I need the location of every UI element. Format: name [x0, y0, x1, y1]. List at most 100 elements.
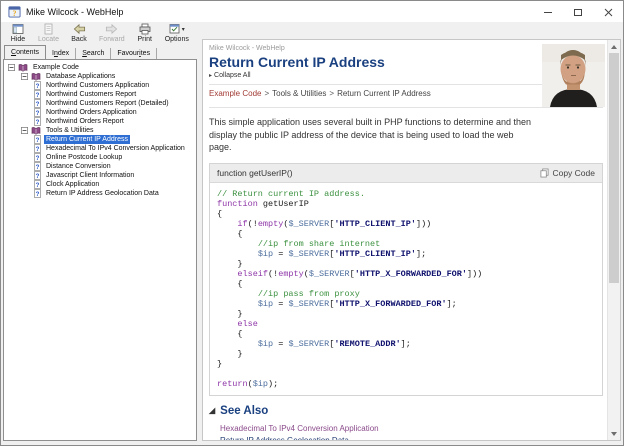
tree-item-label: Clock Application [46, 181, 100, 188]
print-button[interactable]: Print [130, 23, 160, 43]
copy-code-label: Copy Code [552, 167, 595, 178]
tree-item-label: Hexadecimal To IPv4 Conversion Applicati… [46, 145, 185, 152]
tree-item-label: Return IP Address Geolocation Data [46, 190, 159, 197]
breadcrumb-item: Return Current IP Address [337, 89, 431, 98]
close-icon [604, 8, 612, 16]
see-also-links: Hexadecimal To IPv4 Conversion Applicati… [220, 423, 603, 440]
copy-code-button[interactable]: Copy Code [540, 168, 595, 178]
see-also-heading[interactable]: See Also [209, 405, 603, 417]
svg-text:?: ? [36, 83, 40, 90]
tab-index[interactable]: Index [46, 48, 77, 59]
tree-item[interactable]: ? Return Current IP Address [4, 135, 196, 144]
tree-item[interactable]: Tools & Utilities [4, 126, 196, 135]
minimize-button[interactable] [533, 1, 563, 23]
scroll-down-button[interactable] [608, 427, 620, 440]
forward-arrow-icon [105, 23, 118, 35]
close-button[interactable] [593, 1, 623, 23]
forward-button[interactable]: Forward [94, 23, 130, 43]
hide-button-label: Hide [10, 36, 26, 43]
tree-item-label: Return Current IP Address [44, 135, 130, 144]
code-block: function getUserIP() Copy Code // Return… [209, 162, 603, 396]
tree-item[interactable]: ? Clock Application [4, 180, 196, 189]
help-page-icon: ? [34, 108, 41, 117]
back-arrow-icon [73, 23, 86, 35]
code-line: { [217, 228, 243, 239]
svg-text:?: ? [36, 110, 40, 117]
maximize-button[interactable] [563, 1, 593, 23]
locate-button[interactable]: Locate [33, 23, 64, 43]
code-line: $ip = $_SERVER['HTTP_CLIENT_IP']; [257, 248, 427, 259]
svg-text:?: ? [36, 164, 40, 171]
help-page-icon: ? [34, 81, 41, 90]
hide-pane-icon [12, 23, 24, 35]
scrollbar-thumb[interactable] [609, 53, 619, 283]
tree-item[interactable]: Example Code [4, 63, 196, 72]
window-controls [533, 1, 623, 23]
help-page-icon: ? [34, 153, 41, 162]
see-also-link[interactable]: Return IP Address Geolocation Data [220, 435, 603, 440]
see-also-section: See Also Hexadecimal To IPv4 Conversion … [209, 405, 603, 440]
tree-item[interactable]: ? Northwind Orders Report [4, 117, 196, 126]
book-icon [31, 126, 41, 135]
tree-item-label: Northwind Customers Report (Detailed) [46, 100, 169, 107]
tree-collapse-icon[interactable] [21, 73, 28, 80]
breadcrumb-item[interactable]: Example Code [209, 89, 261, 98]
window-title: Mike Wilcock - WebHelp [26, 6, 124, 17]
tree-item[interactable]: ? Distance Conversion [4, 162, 196, 171]
forward-button-label: Forward [99, 36, 125, 43]
code-line: $ip = $_SERVER['HTTP_X_FORWARDED_FOR']; [257, 298, 457, 309]
tree-collapse-icon[interactable] [21, 127, 28, 134]
tree-item[interactable]: ? Return IP Address Geolocation Data [4, 189, 196, 198]
code-line: //ip pass from proxy [257, 288, 360, 299]
code-line: { [217, 278, 243, 289]
tree-item-label: Northwind Customers Application [46, 82, 150, 89]
tab-favourites[interactable]: Favourites [111, 48, 158, 59]
code-line: function getUserIP [217, 198, 309, 209]
hide-button[interactable]: Hide [3, 23, 33, 43]
breadcrumb-separator: > [329, 89, 335, 98]
tab-search[interactable]: Search [76, 48, 112, 59]
code-line: { [217, 208, 223, 219]
tree-collapse-icon[interactable] [8, 64, 15, 71]
tree-item-label: Database Applications [46, 73, 116, 80]
breadcrumb-item[interactable]: Tools & Utilities [272, 89, 326, 98]
svg-text:?: ? [36, 146, 40, 153]
code-block-header: function getUserIP() Copy Code [210, 163, 602, 183]
back-button[interactable]: Back [64, 23, 94, 43]
code-line: // Return current IP address. [217, 188, 365, 199]
webhelp-window: ? Mike Wilcock - WebHelp Hide Locate Bac… [0, 0, 624, 446]
tree-item[interactable]: ? Northwind Orders Application [4, 108, 196, 117]
options-button[interactable]: ▾ Options [160, 23, 194, 43]
help-page-icon: ? [34, 117, 41, 126]
content-scrollbar[interactable] [607, 40, 620, 440]
scroll-up-button[interactable] [608, 40, 620, 53]
code-line: return($ip); [217, 378, 279, 389]
book-icon [18, 63, 28, 72]
see-also-link[interactable]: Hexadecimal To IPv4 Conversion Applicati… [220, 423, 603, 435]
tree-item[interactable]: ? Online Postcode Lookup [4, 153, 196, 162]
code-line: } [217, 308, 243, 319]
svg-text:?: ? [36, 173, 40, 180]
tab-contents[interactable]: Contents [4, 45, 47, 59]
contents-tree: Example Code Database Applications? Northw… [3, 59, 197, 441]
help-page-icon: ? [34, 90, 41, 99]
toolbar: Hide Locate Back Forward Print ▾ Options [3, 23, 194, 46]
tree-item[interactable]: ? Northwind Customers Report (Detailed) [4, 99, 196, 108]
locate-icon [43, 23, 54, 35]
collapse-all-label: Collapse All [214, 72, 251, 79]
author-photo [542, 44, 605, 107]
tree-item[interactable]: ? Javascript Client Information [4, 171, 196, 180]
content-pane: Mike Wilcock - WebHelp Return Current IP… [202, 39, 621, 441]
tree-item[interactable]: ? Northwind Customers Report [4, 90, 196, 99]
tree-item[interactable]: Database Applications [4, 72, 196, 81]
tree-item-label: Northwind Orders Report [46, 118, 124, 125]
svg-text:?: ? [13, 9, 17, 18]
code-title: function getUserIP() [217, 167, 293, 178]
options-button-label: Options [164, 36, 189, 43]
svg-text:?: ? [36, 92, 40, 99]
svg-text:?: ? [36, 191, 40, 198]
see-also-label: See Also [220, 404, 269, 417]
tree-item[interactable]: ? Northwind Customers Application [4, 81, 196, 90]
tree-item[interactable]: ? Hexadecimal To IPv4 Conversion Applicat… [4, 144, 196, 153]
